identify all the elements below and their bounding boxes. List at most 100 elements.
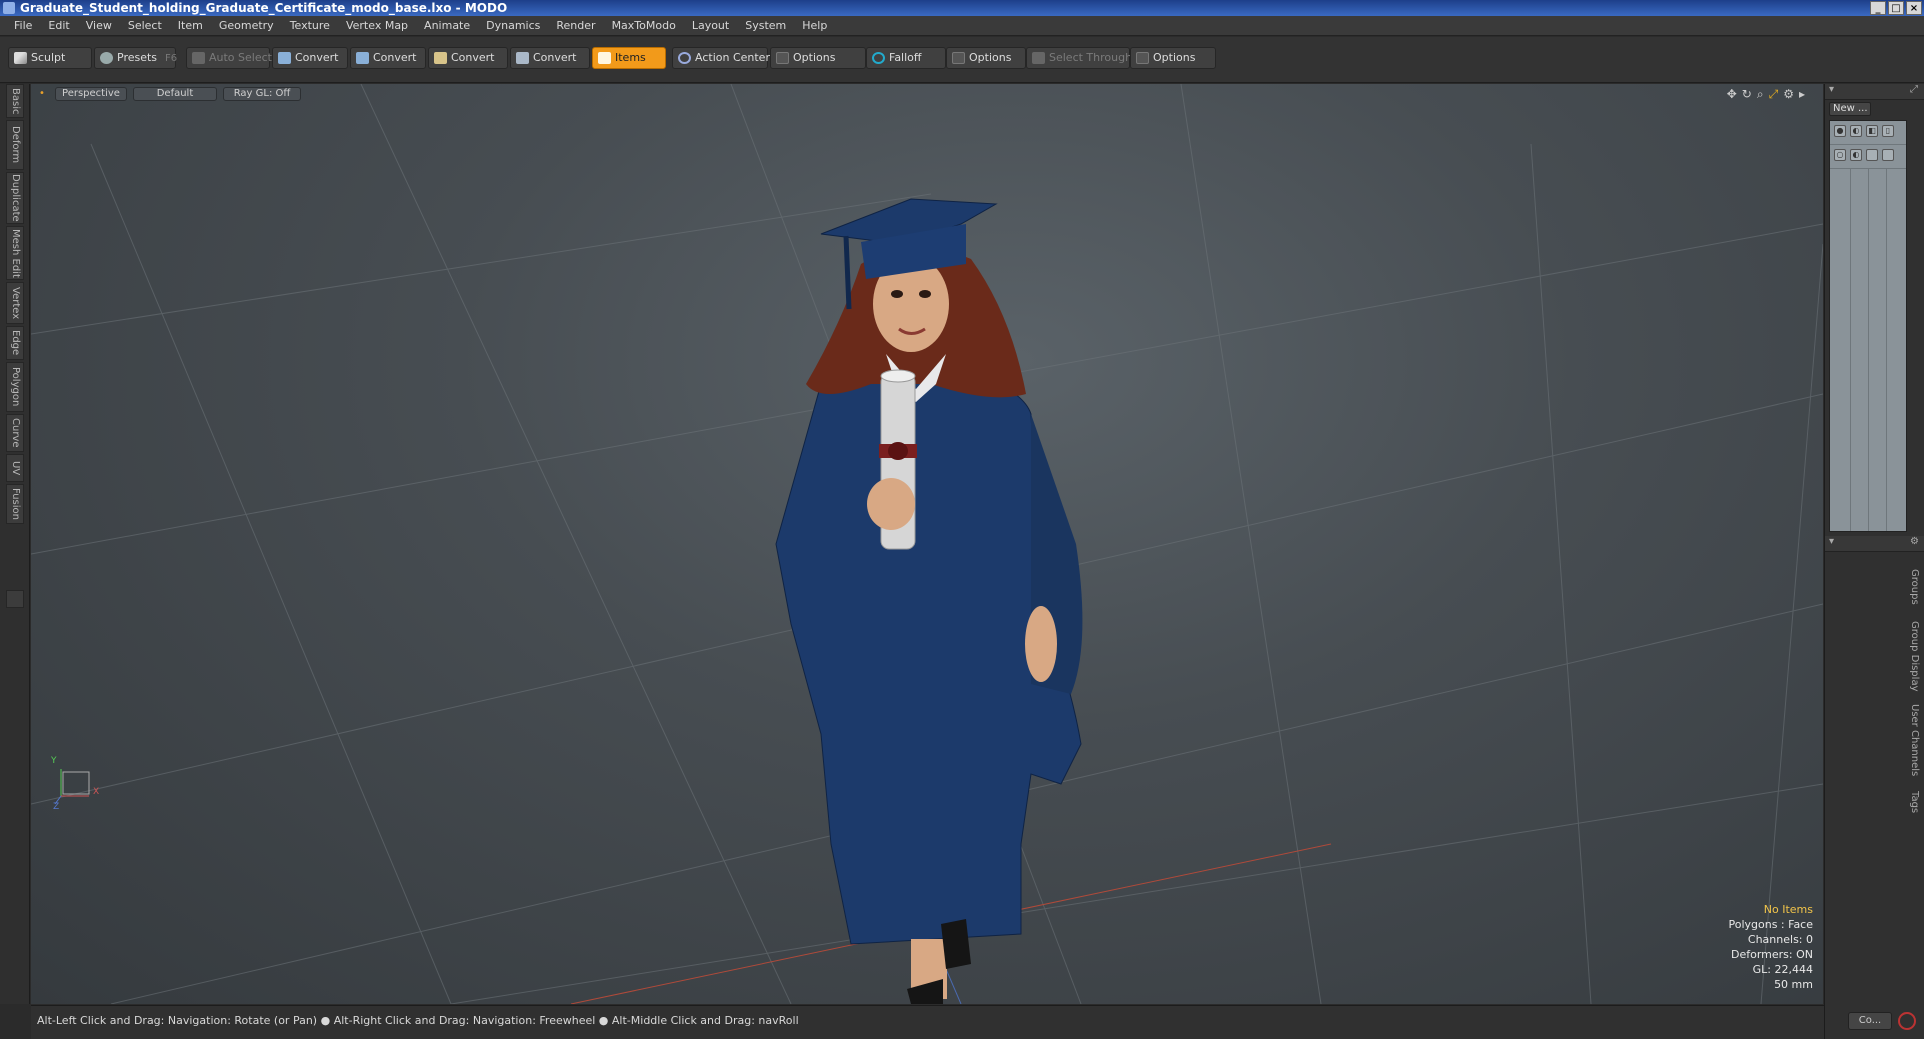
presets-icon	[100, 52, 113, 64]
tab-mesh-edit[interactable]: Mesh Edit	[6, 226, 24, 280]
viewport-header: • Perspective Default Ray GL: Off	[31, 84, 1823, 104]
fit-view-icon[interactable]: ⤢	[1769, 87, 1779, 102]
menu-maxtomodo[interactable]: MaxToModo	[604, 16, 684, 36]
menu-render[interactable]: Render	[548, 16, 603, 36]
status-bar: Alt-Left Click and Drag: Navigation: Rot…	[31, 1005, 1824, 1039]
move-view-icon[interactable]: ✥	[1727, 87, 1737, 102]
tab-fusion[interactable]: Fusion	[6, 484, 24, 524]
checkbox-icon	[776, 52, 789, 64]
lock-icon[interactable]: ◧	[1866, 125, 1878, 137]
right-panel: ▾ ⤢ New ... ● ◐ ◧ ▯ ○ ◐ ▾ ⚙ Groups Group…	[1824, 84, 1924, 1039]
tab-groups[interactable]: Groups	[1906, 562, 1920, 612]
convert-materials-button[interactable]: Convert	[510, 47, 590, 69]
material-cube-icon	[516, 52, 529, 64]
raygl-toggle[interactable]: Ray GL: Off	[223, 87, 301, 101]
action-center-icon	[678, 52, 691, 64]
polygon-cube-icon	[434, 52, 447, 64]
tab-user-channels[interactable]: User Channels	[1906, 700, 1920, 780]
convert-edges-button[interactable]: Convert	[350, 47, 426, 69]
menu-dynamics[interactable]: Dynamics	[478, 16, 548, 36]
falloff-button[interactable]: Falloff	[866, 47, 946, 69]
tab-vertex[interactable]: Vertex	[6, 282, 24, 324]
lock-icon[interactable]	[1866, 149, 1878, 161]
3d-viewport[interactable]: Y X Z • Perspective Default Ray GL: Off …	[31, 84, 1823, 1004]
new-group-button[interactable]: New ...	[1829, 102, 1871, 116]
viewport-expand-icon[interactable]: ▸	[1799, 87, 1805, 102]
hint-freewheel: Alt-Right Click and Drag: Navigation: Fr…	[333, 1014, 596, 1027]
panel-menu-chevron-icon[interactable]: ▾	[1829, 84, 1834, 95]
tab-duplicate[interactable]: Duplicate	[6, 172, 24, 224]
maximize-button[interactable]: □	[1888, 1, 1904, 15]
axis-z-label: Z	[53, 802, 60, 812]
select-through-button[interactable]: Select Through	[1026, 47, 1132, 69]
panel-menu-chevron-icon[interactable]: ▾	[1829, 536, 1834, 547]
menu-geometry[interactable]: Geometry	[211, 16, 282, 36]
presets-button[interactable]: Presets F6	[94, 47, 177, 69]
groups-list[interactable]: ● ◐ ◧ ▯ ○ ◐	[1829, 120, 1907, 532]
sculpt-button[interactable]: Sculpt	[8, 47, 92, 69]
info-polygons: Polygons : Face	[1728, 918, 1813, 931]
select-icon[interactable]	[1882, 149, 1894, 161]
tab-edge[interactable]: Edge	[6, 326, 24, 360]
select-icon[interactable]: ▯	[1882, 125, 1894, 137]
action-center-options-button[interactable]: Options	[770, 47, 866, 69]
record-macro-icon[interactable]	[1898, 1012, 1916, 1030]
panel-maximize-icon[interactable]: ⤢	[1910, 84, 1918, 95]
shading-dropdown[interactable]: Default	[133, 87, 217, 101]
info-deformers: Deformers: ON	[1731, 948, 1813, 961]
viewport-options-icon[interactable]: •	[39, 87, 49, 101]
bullet-icon: ●	[320, 1014, 334, 1027]
visibility-eye-icon[interactable]: ○	[1834, 149, 1846, 161]
tab-basic[interactable]: Basic	[6, 84, 24, 118]
column-divider	[1886, 169, 1887, 531]
panel-settings-gear-icon[interactable]: ⚙	[1910, 536, 1919, 547]
menu-texture[interactable]: Texture	[282, 16, 338, 36]
viewport-settings-gear-icon[interactable]: ⚙	[1783, 87, 1794, 102]
minimize-button[interactable]: _	[1870, 1, 1886, 15]
menu-view[interactable]: View	[78, 16, 120, 36]
rotate-view-icon[interactable]: ↻	[1742, 87, 1752, 102]
column-divider	[1868, 169, 1869, 531]
graduate-student-model	[775, 198, 1083, 1004]
select-through-options-button[interactable]: Options	[1130, 47, 1216, 69]
convert-polygons-button[interactable]: Convert	[428, 47, 508, 69]
render-icon[interactable]: ◐	[1850, 125, 1862, 137]
tab-group-display[interactable]: Group Display	[1906, 616, 1920, 696]
render-icon[interactable]: ◐	[1850, 149, 1862, 161]
falloff-icon	[872, 52, 885, 64]
menu-item[interactable]: Item	[170, 16, 211, 36]
menu-file[interactable]: File	[6, 16, 40, 36]
close-button[interactable]: ×	[1906, 1, 1922, 15]
action-center-button[interactable]: Action Center	[672, 47, 770, 69]
menu-animate[interactable]: Animate	[416, 16, 478, 36]
bullet-icon: ●	[598, 1014, 612, 1027]
tab-deform[interactable]: Deform	[6, 120, 24, 170]
tab-curve[interactable]: Curve	[6, 414, 24, 452]
menu-system[interactable]: System	[737, 16, 794, 36]
hint-roll: Alt-Middle Click and Drag: navRoll	[611, 1014, 799, 1027]
menu-select[interactable]: Select	[120, 16, 170, 36]
checkbox-icon	[952, 52, 965, 64]
toolbar: Sculpt Presets F6 Auto Select Convert Con…	[0, 37, 1924, 83]
list-row[interactable]: ○ ◐	[1830, 145, 1906, 169]
menu-help[interactable]: Help	[794, 16, 835, 36]
tab-extra[interactable]	[6, 590, 24, 608]
view-mode-dropdown[interactable]: Perspective	[55, 87, 127, 101]
tab-uv[interactable]: UV	[6, 454, 24, 482]
command-button[interactable]: Co...	[1848, 1012, 1892, 1030]
menu-layout[interactable]: Layout	[684, 16, 737, 36]
menu-vertex-map[interactable]: Vertex Map	[338, 16, 416, 36]
hint-rotate: Alt-Left Click and Drag: Navigation: Rot…	[37, 1014, 318, 1027]
info-items: No Items	[1763, 903, 1813, 916]
tab-polygon[interactable]: Polygon	[6, 362, 24, 412]
zoom-view-icon[interactable]: ⌕	[1757, 87, 1764, 102]
tab-tags[interactable]: Tags	[1906, 784, 1920, 820]
items-cube-icon	[598, 52, 611, 64]
items-mode-button[interactable]: Items	[592, 47, 666, 69]
falloff-options-button[interactable]: Options	[946, 47, 1026, 69]
auto-select-button[interactable]: Auto Select	[186, 47, 272, 69]
menu-edit[interactable]: Edit	[40, 16, 77, 36]
convert-vertices-button[interactable]: Convert	[272, 47, 348, 69]
lower-panel-header: ▾ ⚙	[1825, 536, 1924, 552]
visibility-eye-icon[interactable]: ●	[1834, 125, 1846, 137]
